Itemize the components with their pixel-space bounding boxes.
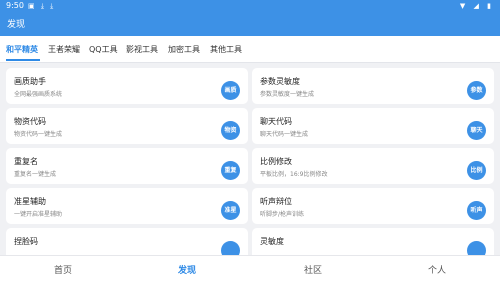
card-title: 听声辩位 (260, 197, 292, 206)
card-face-code[interactable]: 捏脸码 (6, 228, 248, 255)
card-subtitle: 重复名一键生成 (14, 171, 57, 178)
bottom-navigation: 首页 发现 社区 个人 (0, 255, 500, 281)
card-subtitle: 一键开启准星辅助 (14, 211, 63, 218)
card-title: 聊天代码 (260, 117, 292, 126)
category-tabs: 和平精英 王者荣耀 QQ工具 影视工具 加密工具 其他工具 (0, 36, 500, 63)
card-title: 画质助手 (14, 77, 46, 86)
system-icons: ▼ ◢ ▮ (459, 2, 494, 10)
app-bar: 发现 (0, 12, 500, 36)
card-subtitle: 聊天代码一键生成 (260, 131, 309, 138)
tab-qq-tools[interactable]: QQ工具 (89, 44, 118, 55)
card-sensitivity[interactable]: 灵敏度 (252, 228, 494, 255)
card-subtitle: 平板比例，16:9比例修改 (260, 171, 328, 178)
card-crosshair-helper[interactable]: 准星辅助 一键开启准星辅助 准星 (6, 188, 248, 224)
card-subtitle: 全网最强画质系统 (14, 91, 63, 98)
status-time: 9:50 (6, 1, 24, 10)
card-action-button[interactable]: 听声 (467, 201, 486, 220)
card-title: 灵敏度 (260, 237, 284, 246)
card-title: 重复名 (14, 157, 38, 166)
card-title: 参数灵敏度 (260, 77, 300, 86)
tab-encrypt-tools[interactable]: 加密工具 (168, 44, 200, 55)
card-action-button[interactable] (467, 241, 486, 255)
card-action-button[interactable]: 物资 (221, 121, 240, 140)
card-action-button[interactable]: 参数 (467, 81, 486, 100)
notification-icons: ▣ ⤓ ⤓ (28, 2, 56, 10)
card-sensitivity-params[interactable]: 参数灵敏度 参数灵敏度一键生成 参数 (252, 68, 494, 104)
card-action-button[interactable]: 重复 (221, 161, 240, 180)
card-action-button[interactable]: 准星 (221, 201, 240, 220)
card-action-button[interactable] (221, 241, 240, 255)
card-subtitle: 听脚步/枪声训练 (260, 211, 305, 218)
tab-wangzhe[interactable]: 王者荣耀 (48, 44, 80, 55)
card-ratio-modify[interactable]: 比例修改 平板比例，16:9比例修改 比例 (252, 148, 494, 184)
card-chat-code[interactable]: 聊天代码 聊天代码一键生成 聊天 (252, 108, 494, 144)
tab-other-tools[interactable]: 其他工具 (210, 44, 242, 55)
nav-profile[interactable]: 个人 (407, 263, 467, 276)
card-title: 比例修改 (260, 157, 292, 166)
card-subtitle: 参数灵敏度一键生成 (260, 91, 315, 98)
card-action-button[interactable]: 聊天 (467, 121, 486, 140)
card-title: 捏脸码 (14, 237, 38, 246)
card-title: 物资代码 (14, 117, 46, 126)
nav-community[interactable]: 社区 (283, 263, 343, 276)
status-bar: 9:50 ▣ ⤓ ⤓ ▼ ◢ ▮ (0, 0, 500, 12)
tab-heping[interactable]: 和平精英 (6, 44, 38, 55)
tool-grid: 画质助手 全网最强画质系统 画质 参数灵敏度 参数灵敏度一键生成 参数 物资代码… (0, 63, 500, 255)
card-action-button[interactable]: 画质 (221, 81, 240, 100)
tab-video-tools[interactable]: 影视工具 (126, 44, 158, 55)
active-tab-indicator (6, 59, 40, 61)
card-supply-code[interactable]: 物资代码 物资代码一键生成 物资 (6, 108, 248, 144)
nav-discover[interactable]: 发现 (157, 263, 217, 276)
card-action-button[interactable]: 比例 (467, 161, 486, 180)
nav-home[interactable]: 首页 (33, 263, 93, 276)
card-quality-helper[interactable]: 画质助手 全网最强画质系统 画质 (6, 68, 248, 104)
card-sound-position[interactable]: 听声辩位 听脚步/枪声训练 听声 (252, 188, 494, 224)
page-title: 发现 (7, 20, 26, 30)
card-duplicate-name[interactable]: 重复名 重复名一键生成 重复 (6, 148, 248, 184)
card-title: 准星辅助 (14, 197, 46, 206)
card-subtitle: 物资代码一键生成 (14, 131, 63, 138)
